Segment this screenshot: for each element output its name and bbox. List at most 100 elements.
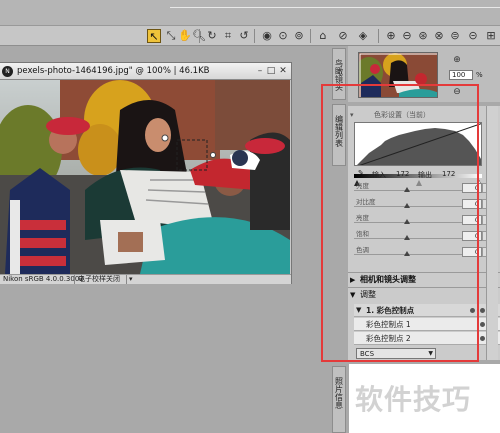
- input-label: 输入: [372, 171, 386, 179]
- slider-value[interactable]: 0: [462, 231, 482, 241]
- eyedropper-icon[interactable]: ✎: [358, 169, 364, 177]
- toolbar-separator: [378, 29, 379, 43]
- control-point-minus-icon[interactable]: ⊖: [400, 29, 414, 43]
- chevron-down-icon[interactable]: ▼: [356, 304, 361, 317]
- straighten-icon[interactable]: ⤡: [164, 29, 178, 43]
- photo-image: [0, 80, 290, 274]
- slider-knob[interactable]: [404, 219, 410, 224]
- navigator-thumbnail[interactable]: [358, 52, 438, 98]
- select-arrow-icon[interactable]: ↖: [147, 29, 161, 43]
- control-point-label: 彩色控制点 1: [366, 320, 411, 329]
- slider-label: 饱和: [356, 230, 369, 238]
- slider-knob[interactable]: [404, 251, 410, 256]
- histogram[interactable]: [354, 122, 482, 166]
- photo-canvas[interactable]: [0, 80, 290, 274]
- slider-row[interactable]: 亮度 0: [352, 180, 492, 194]
- mode-select-value: BCS: [360, 350, 375, 358]
- top-divider: [170, 7, 500, 8]
- curves-header-label: 色彩设置（当前）: [374, 111, 430, 119]
- chevron-down-icon: ▼: [428, 350, 433, 357]
- control-point-dot-icon: [480, 322, 485, 327]
- section-adjust[interactable]: ▼ 调整: [348, 287, 500, 302]
- image-window-title: pexels-photo-1464196.jpg" @ 100% | 46.1K…: [17, 66, 210, 76]
- color-control-group[interactable]: ▼ 1. 彩色控制点 ✓: [354, 304, 500, 317]
- edit-list-panel: ▾ 色彩设置（当前） ⚙ ✎ 输入 172 输出 172 亮度 0 对比度 0 …: [348, 106, 500, 360]
- section-camera-lens[interactable]: ▶ 相机和镜头调整: [348, 272, 500, 287]
- maximize-icon[interactable]: □: [266, 66, 276, 76]
- watermark: 软件技巧: [349, 364, 500, 433]
- toolbar: ↖ ⤡ ✋ 🔍︎ ↻ ⌗ ↺ ◉ ⊙ ⊚ ⌂ ⊘ ◈ ⊕ ⊖ ⊛ ⊗ ⊜ ⊝ ⊞: [0, 26, 500, 46]
- hand-icon[interactable]: ✋: [178, 29, 192, 43]
- chevron-down-icon[interactable]: ▼: [350, 288, 355, 302]
- zoom-level-value: 100: [452, 71, 466, 79]
- chevron-down-icon[interactable]: ▾: [129, 275, 133, 284]
- top-strip: [0, 0, 500, 26]
- status-separator: [74, 275, 75, 284]
- slider-value[interactable]: 0: [462, 199, 482, 209]
- toolbar-separator: [254, 29, 255, 43]
- app-icon: N: [2, 66, 13, 77]
- slider-label: 亮度: [356, 182, 369, 190]
- image-window-titlebar[interactable]: N pexels-photo-1464196.jpg" @ 100% | 46.…: [0, 63, 291, 80]
- image-window: N pexels-photo-1464196.jpg" @ 100% | 46.…: [0, 62, 292, 284]
- slider-value[interactable]: 0: [462, 215, 482, 225]
- slider-knob[interactable]: [404, 187, 410, 192]
- slider-value[interactable]: 0: [462, 247, 482, 257]
- control-point-row[interactable]: 彩色控制点 1 ✓: [354, 318, 500, 331]
- tab-photo-info[interactable]: 照片信息: [332, 366, 346, 433]
- watermark-text: 软件技巧: [355, 383, 472, 416]
- curves-header: ▾ 色彩设置（当前） ⚙: [348, 109, 500, 121]
- red-eye-icon[interactable]: ◉: [260, 29, 274, 43]
- tag-icon[interactable]: ⌂: [316, 29, 330, 43]
- chevron-right-icon[interactable]: ▶: [350, 273, 355, 287]
- section-camera-lens-label: 相机和镜头调整: [360, 275, 416, 284]
- thumbnail-image: [359, 53, 437, 97]
- tab-edit-list-label: 编辑列表: [334, 115, 344, 147]
- control-point-row[interactable]: 彩色控制点 2 ✓: [354, 332, 500, 345]
- zoom-out-icon[interactable]: ⊖: [451, 86, 463, 98]
- collapse-icon[interactable]: ▾: [350, 109, 354, 121]
- color-control-group-label: 1. 彩色控制点: [366, 306, 415, 315]
- control-point-icon[interactable]: ⊗: [432, 29, 446, 43]
- tab-navigator[interactable]: 鸟瞰镜头: [332, 48, 346, 100]
- control-point-plus-icon[interactable]: ◈: [356, 29, 370, 43]
- control-point-circle-icon[interactable]: ⊕: [384, 29, 398, 43]
- control-point-icon[interactable]: ⊝: [466, 29, 480, 43]
- slider-row[interactable]: 色调 0: [352, 244, 492, 258]
- slider-value[interactable]: 0: [462, 183, 482, 193]
- crop-icon[interactable]: ⌗: [221, 29, 235, 43]
- slider-row[interactable]: 饱和 0: [352, 228, 492, 242]
- panel-scrollbar[interactable]: [486, 106, 498, 360]
- brush-icon[interactable]: ⊚: [292, 29, 306, 43]
- slider-knob[interactable]: [404, 235, 410, 240]
- histogram-graph: [357, 123, 481, 165]
- rotate-icon[interactable]: ↻: [205, 29, 219, 43]
- control-point-dot-icon: [480, 336, 485, 341]
- input-value: 172: [396, 170, 410, 178]
- control-point-icon[interactable]: ⊜: [448, 29, 462, 43]
- rotate-ccw-icon[interactable]: ↺: [237, 29, 251, 43]
- toolbar-separator: [310, 29, 311, 43]
- slider-row[interactable]: 亮度 0: [352, 212, 492, 226]
- mode-select[interactable]: BCS ▼: [356, 348, 436, 359]
- slider-label: 亮度: [356, 214, 369, 222]
- minimize-icon[interactable]: –: [255, 66, 265, 76]
- slider-row[interactable]: 对比度 0: [352, 196, 492, 210]
- output-label: 输出: [418, 171, 432, 179]
- image-status-bar: Nikon sRGB 4.0.0.3002 电子校样关闭 ▾: [0, 274, 291, 284]
- control-point-icon[interactable]: ⊞: [484, 29, 498, 43]
- output-value: 172: [442, 170, 456, 178]
- section-adjust-label: 调整: [360, 290, 376, 299]
- control-point-icon[interactable]: ⊘: [336, 29, 350, 43]
- control-point-star-icon[interactable]: ⊛: [416, 29, 430, 43]
- tab-edit-list[interactable]: 编辑列表: [332, 104, 346, 166]
- navigator-panel: ⊕ 100 % ⊖: [348, 46, 500, 102]
- close-icon[interactable]: ✕: [278, 66, 288, 76]
- zoom-unit: %: [476, 71, 483, 79]
- eyedropper-icon[interactable]: ⊙: [276, 29, 290, 43]
- zoom-in-icon[interactable]: ⊕: [451, 54, 463, 66]
- toolbar-separator: [199, 29, 200, 43]
- zoom-level-field[interactable]: 100: [449, 70, 473, 80]
- soft-proof-label[interactable]: 电子校样关闭: [78, 275, 120, 284]
- slider-knob[interactable]: [404, 203, 410, 208]
